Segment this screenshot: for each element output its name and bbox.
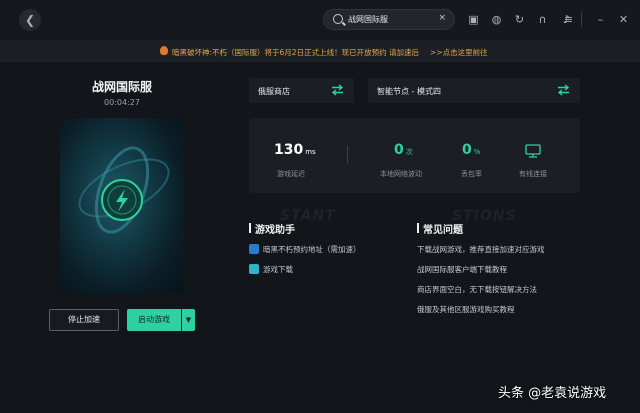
minimize-icon[interactable]: –: [594, 13, 607, 26]
network-stats-panel: 130 ms 游戏延迟 0次 本地网络波动 0% 丢包率 有线连接: [249, 118, 580, 193]
latency-label: 游戏延迟: [277, 170, 305, 178]
message-icon[interactable]: ▣: [467, 13, 480, 26]
acceleration-timer: 00:04:27: [104, 98, 140, 107]
connection-label: 有线连接: [519, 170, 547, 178]
search-input[interactable]: [348, 12, 434, 27]
search-box[interactable]: ×: [323, 9, 455, 30]
jitter-value: 0次: [394, 142, 413, 158]
game-cover-image: [60, 118, 184, 293]
back-button[interactable]: ❮: [19, 9, 41, 31]
announcement-link[interactable]: >>点击这里前往: [430, 47, 488, 58]
cloud-download-icon: [249, 264, 259, 274]
search-icon: [333, 14, 343, 24]
faq-item[interactable]: 俄服及其他区服游戏购买教程: [417, 304, 515, 315]
gamepad-icon[interactable]: ◍: [490, 13, 503, 26]
faq-item[interactable]: 战网国际服客户端下载教程: [417, 264, 507, 275]
headset-icon[interactable]: ∩: [536, 13, 549, 26]
refresh-icon[interactable]: ↻: [513, 13, 526, 26]
faq-title: 常见问题: [417, 221, 463, 236]
faq-item[interactable]: 商店界面空白，无下载按钮解决方法: [417, 284, 537, 295]
top-bar: ❮ × ▣ ◍ ↻ ∩ ♪ ≡ – ✕: [0, 0, 640, 40]
node-label: 智能节点 - 模式四: [377, 87, 441, 96]
wired-connection-icon: [525, 144, 541, 158]
stop-acceleration-button[interactable]: 停止加速: [49, 309, 119, 331]
chevron-left-icon: ❮: [24, 13, 36, 27]
announcement-text: 暗黑破坏神:不朽（国际服）将于6月2日正式上线！现已开放预约 请加速后: [172, 48, 419, 57]
region-selector[interactable]: 俄服商店: [249, 78, 354, 103]
toolbar-divider: [581, 12, 582, 27]
announcement-banner: 暗黑破坏神:不朽（国际服）将于6月2日正式上线！现已开放预约 请加速后 >>点击…: [0, 40, 640, 62]
jitter-label: 本地网络波动: [380, 170, 422, 178]
region-label: 俄服商店: [258, 87, 290, 96]
source-watermark: 头条 @老袁说游戏: [498, 386, 607, 401]
menu-icon[interactable]: ≡: [562, 13, 575, 26]
search-clear-button[interactable]: ×: [438, 13, 446, 23]
node-selector[interactable]: 智能节点 - 模式四: [368, 78, 580, 103]
packet-loss-value: 0%: [462, 142, 481, 158]
helper-item-preorder[interactable]: 暗黑不朽预约地址（需加速）: [249, 244, 361, 255]
packet-loss-label: 丢包率: [461, 170, 482, 178]
faq-item[interactable]: 下载战网游戏，推荐直接加速对应游戏: [417, 244, 545, 255]
close-icon[interactable]: ✕: [617, 13, 630, 26]
swap-icon: [557, 84, 570, 96]
latency-value: 130 ms: [274, 142, 316, 158]
fire-icon: [160, 46, 168, 55]
swap-icon: [331, 84, 344, 96]
helper-item-download[interactable]: 游戏下载: [249, 264, 293, 275]
chevron-down-icon: ▼: [185, 316, 192, 324]
battlenet-logo-icon: [78, 146, 170, 234]
launch-game-button[interactable]: 启动游戏: [127, 309, 181, 331]
stats-divider: [347, 146, 348, 164]
game-title: 战网国际服: [91, 80, 152, 94]
game-helper-title: 游戏助手: [249, 221, 295, 236]
link-icon: [249, 244, 259, 254]
launch-options-button[interactable]: ▼: [182, 309, 195, 331]
